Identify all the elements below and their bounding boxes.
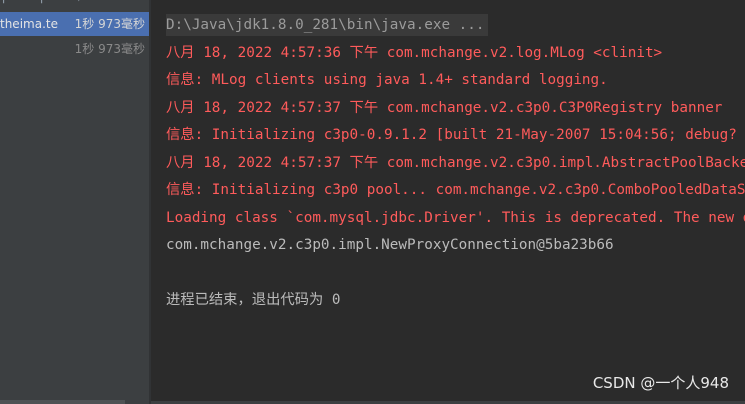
search-icon[interactable]: ⌕ bbox=[78, 0, 84, 4]
process-exit-line: 进程已结束，退出代码为 0 bbox=[166, 292, 341, 308]
tree-item-duration: 1秒 973毫秒 bbox=[74, 42, 145, 56]
console-line: 八月 18, 2022 4:57:37 下午 com.mchange.v2.c3… bbox=[166, 155, 745, 171]
console-line: 信息: Initializing c3p0 pool... com.mchang… bbox=[166, 182, 745, 198]
tree-toolbar: | | ⌕ bbox=[0, 0, 149, 4]
console-line: 八月 18, 2022 4:57:36 下午 com.mchange.v2.lo… bbox=[166, 45, 663, 61]
tree-item-duration: 1秒 973毫秒 bbox=[74, 17, 145, 31]
toolbar-divider-icon: | bbox=[2, 0, 5, 4]
console-line: com.mchange.v2.c3p0.impl.NewProxyConnect… bbox=[166, 237, 614, 253]
horizontal-scrollbar[interactable] bbox=[0, 400, 125, 404]
console-output[interactable]: D:\Java\jdk1.8.0_281\bin\java.exe ... 八月… bbox=[151, 0, 745, 404]
console-line: 信息: MLog clients using java 1.4+ standar… bbox=[166, 72, 608, 88]
run-tool-window: | | ⌕ theima.te 1秒 973毫秒 1秒 973毫秒 D:\Jav… bbox=[0, 0, 745, 404]
tree-item-child[interactable]: 1秒 973毫秒 bbox=[0, 37, 149, 61]
console-command-line[interactable]: D:\Java\jdk1.8.0_281\bin\java.exe ... bbox=[166, 14, 489, 36]
toolbar-divider-icon: | bbox=[40, 0, 43, 4]
console-line: Loading class `com.mysql.jdbc.Driver'. T… bbox=[166, 210, 745, 226]
tree-item-selected[interactable]: theima.te 1秒 973毫秒 bbox=[0, 12, 149, 36]
console-line: 信息: Initializing c3p0-0.9.1.2 [built 21-… bbox=[166, 127, 737, 143]
console-line: 八月 18, 2022 4:57:37 下午 com.mchange.v2.c3… bbox=[166, 100, 723, 116]
watermark: CSDN @一个人948 bbox=[592, 374, 729, 392]
test-results-tree: | | ⌕ theima.te 1秒 973毫秒 1秒 973毫秒 bbox=[0, 0, 149, 404]
tree-item-name: theima.te bbox=[0, 17, 58, 31]
